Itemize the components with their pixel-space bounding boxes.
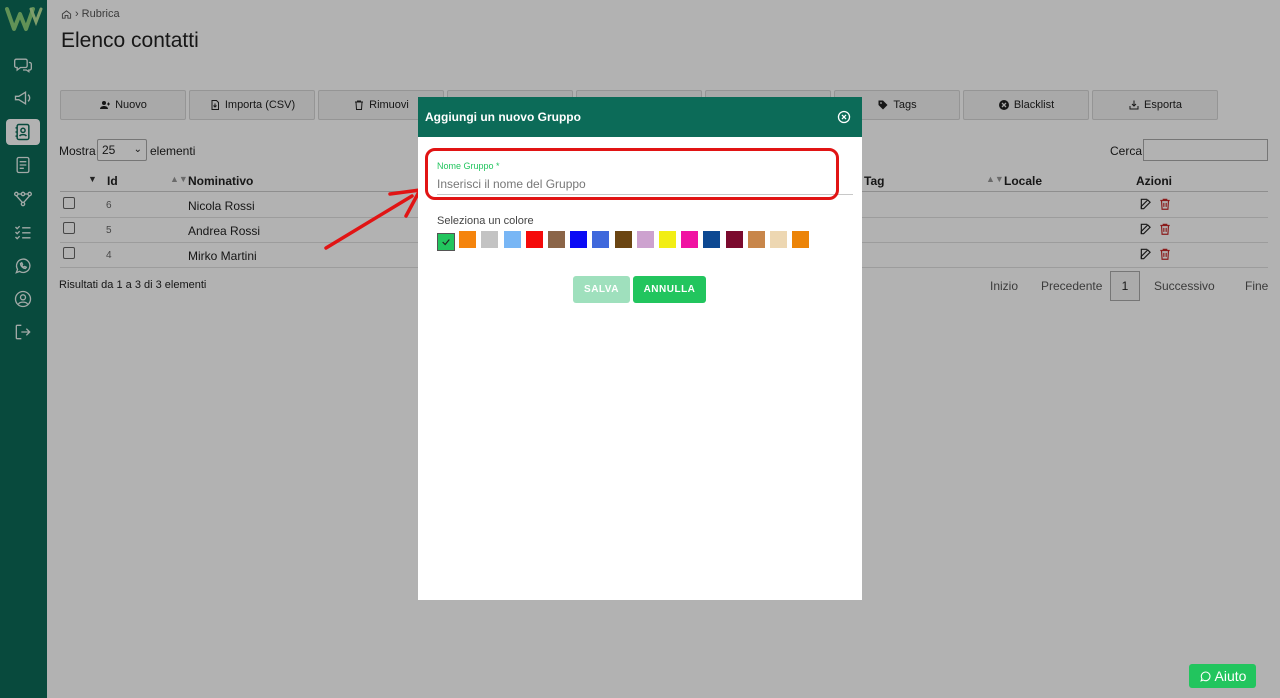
whatsapp-icon xyxy=(1199,671,1210,682)
color-swatch[interactable] xyxy=(636,231,654,248)
check-icon xyxy=(442,239,450,246)
color-swatch[interactable] xyxy=(725,231,743,248)
close-icon[interactable] xyxy=(837,110,851,124)
color-swatch[interactable] xyxy=(548,231,565,248)
help-button[interactable]: Aiuto xyxy=(1189,664,1256,688)
color-swatch[interactable] xyxy=(459,231,477,248)
annotation-highlight xyxy=(425,148,839,200)
add-group-modal: Aggiungi un nuovo Gruppo Nome Gruppo * S… xyxy=(418,97,862,600)
color-swatch[interactable] xyxy=(703,231,721,248)
color-swatch[interactable] xyxy=(525,231,543,248)
color-swatch[interactable] xyxy=(481,231,499,248)
save-button[interactable]: SALVA xyxy=(573,276,630,303)
color-swatch[interactable] xyxy=(792,231,810,248)
color-swatch[interactable] xyxy=(747,231,765,248)
color-swatch[interactable] xyxy=(659,231,676,248)
color-swatch-selected[interactable] xyxy=(437,233,455,251)
color-swatch[interactable] xyxy=(570,231,588,248)
color-label: Seleziona un colore xyxy=(437,215,534,227)
annotation-arrow-icon xyxy=(324,188,422,250)
color-swatch[interactable] xyxy=(503,231,521,248)
modal-header: Aggiungi un nuovo Gruppo xyxy=(418,97,862,137)
color-swatch[interactable] xyxy=(592,231,610,248)
color-swatch[interactable] xyxy=(770,231,787,248)
modal-title: Aggiungi un nuovo Gruppo xyxy=(425,110,581,124)
color-swatch[interactable] xyxy=(681,231,699,248)
color-swatch[interactable] xyxy=(614,231,632,248)
cancel-button[interactable]: ANNULLA xyxy=(633,276,706,303)
